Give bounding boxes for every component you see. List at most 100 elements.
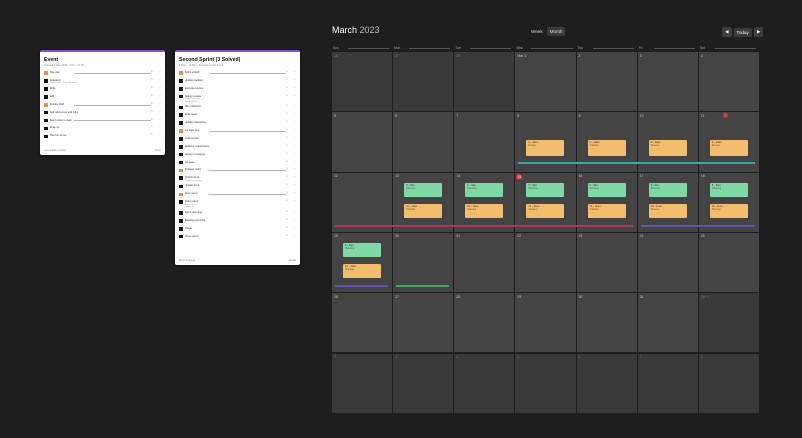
day-cell[interactable]: 14 [454, 172, 515, 232]
day-cell[interactable]: 28 [454, 52, 515, 112]
more-icon[interactable]: ⋯ [294, 71, 296, 75]
more-icon[interactable]: ⋯ [159, 119, 161, 123]
more-icon[interactable]: ⋯ [294, 192, 296, 196]
calendar-event[interactable]: 8 – 9am Planning [404, 182, 443, 197]
day-cell[interactable]: 30 [576, 293, 637, 353]
repeat-icon[interactable]: ↻ [286, 79, 288, 83]
multi-day-event-bar[interactable] [335, 224, 633, 227]
repeat-icon[interactable]: ↻ [151, 79, 153, 83]
day-cell[interactable]: 2 [332, 353, 393, 413]
more-icon[interactable]: ⋯ [294, 176, 296, 180]
day-cell[interactable]: 4 [698, 52, 759, 112]
sprint-task-row[interactable]: Triage ↻ ⋯ [179, 227, 296, 231]
multi-day-event-bar[interactable] [335, 284, 389, 287]
sprint-task-row[interactable]: Design review Share mockups Get feedback ↻ ⋯ [179, 95, 296, 104]
calendar-event[interactable]: 9 – 10am Standup [648, 140, 687, 157]
repeat-icon[interactable]: ↻ [286, 161, 288, 165]
event-task-row[interactable]: Write ↻ ⋯ [44, 87, 161, 91]
sprint-card-details-button[interactable]: Details [289, 259, 296, 262]
repeat-icon[interactable]: ↻ [286, 184, 288, 188]
more-icon[interactable]: ⋯ [294, 168, 296, 172]
repeat-icon[interactable]: ↻ [286, 87, 288, 91]
more-icon[interactable]: ⋯ [294, 235, 296, 239]
day-cell[interactable]: 25 [698, 232, 759, 293]
calendar-event[interactable]: 10 – 11am Standup [526, 203, 565, 218]
day-cell[interactable]: 28 [454, 293, 515, 353]
repeat-icon[interactable]: ↻ [286, 145, 288, 149]
calendar-event[interactable]: 10 – 11am Standup [587, 203, 626, 218]
sprint-task-row[interactable]: Update backlog ↻ ⋯ [179, 79, 296, 83]
more-icon[interactable]: ⋯ [294, 95, 296, 99]
day-cell[interactable]: 26 [332, 52, 393, 112]
more-icon[interactable]: ⋯ [294, 121, 296, 125]
event-task-row[interactable]: Research Collect notes from last week ↻ ⋯ [44, 79, 161, 85]
repeat-icon[interactable]: ↻ [286, 176, 288, 180]
more-icon[interactable]: ⋯ [159, 71, 161, 75]
repeat-icon[interactable]: ↻ [286, 200, 288, 204]
more-icon[interactable]: ⋯ [294, 227, 296, 231]
calendar-event[interactable]: 10 – 11am Standup [343, 263, 381, 278]
repeat-icon[interactable]: ↻ [286, 113, 288, 117]
day-cell[interactable]: 2 [576, 52, 637, 112]
day-cell[interactable]: 26 [332, 293, 393, 353]
more-icon[interactable]: ⋯ [294, 200, 296, 204]
sprint-task-row[interactable]: Code review ↻ ⋯ [179, 137, 296, 141]
repeat-icon[interactable]: ↻ [286, 95, 288, 99]
repeat-icon[interactable]: ↻ [286, 71, 288, 75]
multi-day-event-bar[interactable] [396, 284, 450, 287]
event-task-row[interactable]: Edit ↻ ⋯ [44, 95, 161, 99]
event-card-done-button[interactable]: Done [155, 149, 161, 152]
day-cell[interactable]: 22 [515, 232, 576, 293]
week-view-button[interactable]: Week [528, 27, 546, 36]
day-cell[interactable]: 7 [637, 353, 698, 413]
repeat-icon[interactable]: ↻ [151, 103, 153, 107]
calendar-event[interactable]: 9 – 10am Standup [587, 140, 626, 157]
day-cell[interactable]: 3 [637, 52, 698, 112]
more-icon[interactable]: ⋯ [294, 79, 296, 83]
sprint-task-row[interactable]: Performance Profile slow pages ↻ ⋯ [179, 176, 296, 182]
more-icon[interactable]: ⋯ [294, 129, 296, 133]
day-cell[interactable]: 7 [454, 112, 515, 172]
repeat-icon[interactable]: ↻ [151, 134, 153, 138]
repeat-icon[interactable]: ↻ [286, 137, 288, 141]
more-icon[interactable]: ⋯ [159, 111, 161, 115]
multi-day-event-bar[interactable] [640, 224, 755, 227]
repeat-icon[interactable]: ↻ [151, 71, 153, 75]
repeat-icon[interactable]: ↻ [151, 119, 153, 123]
more-icon[interactable]: ⋯ [294, 184, 296, 188]
calendar-event[interactable]: 8 – 9am Planning [648, 182, 687, 197]
repeat-icon[interactable]: ↻ [151, 111, 153, 115]
day-cell[interactable]: 6 [393, 112, 454, 172]
day-cell[interactable]: 5 [515, 353, 576, 413]
calendar-event[interactable]: 8 – 9am Planning [709, 182, 748, 197]
calendar-event[interactable]: 9 – 10am Design [526, 140, 565, 157]
calendar-event[interactable]: 8 – 9am Planning [465, 182, 504, 197]
sprint-task-row[interactable]: Retro notes Action items Follow up ↻ ⋯ [179, 200, 296, 209]
sprint-task-row[interactable]: Backlog grooming ↻ ⋯ [179, 219, 296, 223]
event-task-row[interactable]: Plan tomorrow ↻ ⋯ [44, 134, 161, 139]
next-month-button[interactable]: ▶ [753, 27, 764, 37]
day-cell[interactable]: Apr 1 [698, 293, 759, 353]
sprint-task-row[interactable]: Release notes ↻ ⋯ [179, 168, 296, 173]
calendar-event[interactable]: 9 – 10am Review [709, 140, 748, 157]
day-cell[interactable]: 17 [637, 172, 698, 232]
sprint-task-row[interactable]: Fix login bug ↻ ⋯ [179, 129, 296, 133]
day-cell[interactable]: 31 [637, 293, 698, 353]
event-task-row[interactable]: Plan day ↻ ⋯ [44, 71, 161, 75]
event-task-row[interactable]: Wrap up ↻ ⋯ [44, 126, 161, 131]
repeat-icon[interactable]: ↻ [286, 219, 288, 223]
day-cell[interactable]: 20 [393, 232, 454, 293]
repeat-icon[interactable]: ↻ [151, 87, 153, 91]
day-cell[interactable]: 27 [393, 52, 454, 112]
calendar-event[interactable]: 10 – 11am Standup [465, 203, 504, 218]
day-cell[interactable]: 4 [454, 353, 515, 413]
day-cell[interactable]: Mar 1 [515, 52, 576, 112]
more-icon[interactable]: ⋯ [294, 87, 296, 91]
day-cell[interactable]: 6 [576, 353, 637, 413]
day-cell[interactable]: 8 [698, 353, 759, 413]
multi-day-event-bar[interactable] [518, 162, 755, 165]
day-cell[interactable]: 21 [454, 232, 515, 293]
more-icon[interactable]: ⋯ [159, 126, 161, 130]
more-icon[interactable]: ⋯ [294, 145, 296, 149]
repeat-icon[interactable]: ↻ [151, 95, 153, 99]
